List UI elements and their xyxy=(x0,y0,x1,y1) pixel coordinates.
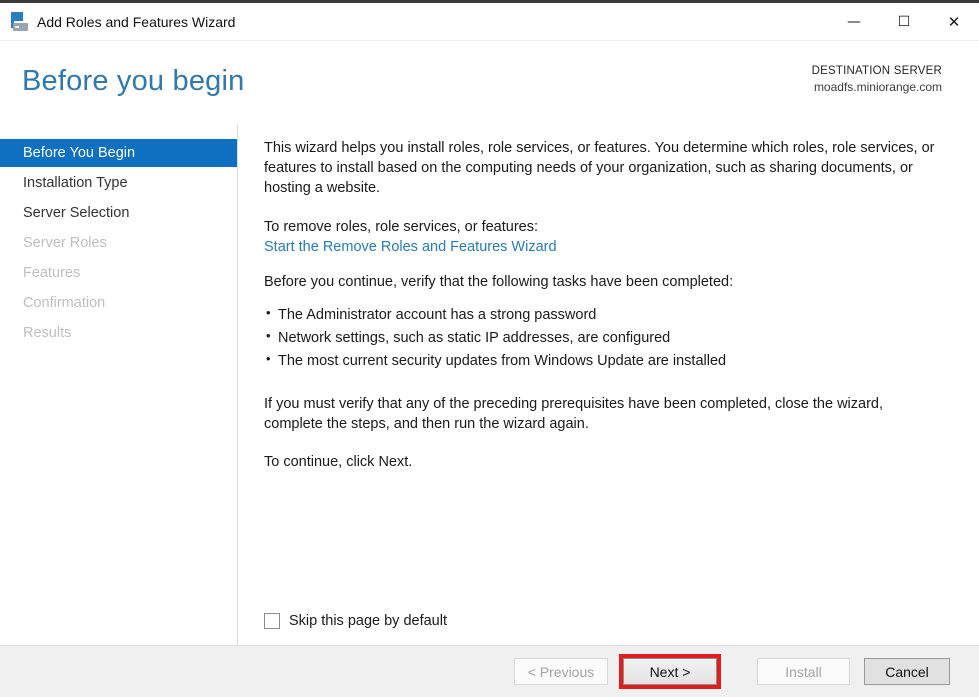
destination-server-label: DESTINATION SERVER xyxy=(811,65,942,77)
wizard-footer: < Previous Next > Install Cancel xyxy=(0,645,979,697)
intro-paragraph: This wizard helps you install roles, rol… xyxy=(264,140,935,196)
wizard-steps-sidebar: Before You Begin Installation Type Serve… xyxy=(0,125,237,645)
continue-hint: To continue, click Next. xyxy=(264,454,413,470)
sidebar-item-confirmation: Confirmation xyxy=(23,295,106,311)
skip-page-checkbox[interactable] xyxy=(264,613,280,629)
destination-server-block: DESTINATION SERVER moadfs.miniorange.com xyxy=(812,65,942,94)
maximize-icon[interactable]: ☐ xyxy=(879,3,929,40)
next-button-highlight: Next > xyxy=(619,654,721,689)
minimize-icon[interactable]: — xyxy=(829,3,879,40)
remove-label: To remove roles, role services, or featu… xyxy=(264,219,538,235)
prerequisite-list: The Administrator account has a strong p… xyxy=(264,303,945,374)
server-manager-icon xyxy=(8,11,30,33)
sidebar-item-before-you-begin[interactable]: Before You Begin xyxy=(0,139,237,167)
sidebar-item-server-roles: Server Roles xyxy=(23,235,107,251)
wizard-header: Before you begin DESTINATION SERVER moad… xyxy=(0,41,979,125)
skip-page-label: Skip this page by default xyxy=(289,613,447,629)
sidebar-item-server-selection[interactable]: Server Selection xyxy=(0,199,237,227)
list-item: The Administrator account has a strong p… xyxy=(264,303,945,325)
list-item: Network settings, such as static IP addr… xyxy=(264,326,945,348)
wizard-body: Before You Begin Installation Type Serve… xyxy=(0,125,979,645)
window-title: Add Roles and Features Wizard xyxy=(37,13,236,30)
titlebar: Add Roles and Features Wizard — ☐ ✕ xyxy=(0,3,979,41)
note-paragraph: If you must verify that any of the prece… xyxy=(264,396,884,432)
cancel-button[interactable]: Cancel xyxy=(864,658,950,685)
wizard-window: Add Roles and Features Wizard — ☐ ✕ Befo… xyxy=(0,0,979,697)
close-icon[interactable]: ✕ xyxy=(929,3,979,40)
verify-label: Before you continue, verify that the fol… xyxy=(264,274,734,290)
previous-button: < Previous xyxy=(514,658,608,685)
install-button: Install xyxy=(757,658,850,685)
sidebar-item-results: Results xyxy=(23,325,72,341)
list-item: The most current security updates from W… xyxy=(264,349,945,371)
remove-roles-link[interactable]: Start the Remove Roles and Features Wiza… xyxy=(264,237,945,257)
window-controls: — ☐ ✕ xyxy=(829,3,979,40)
skip-page-row: Skip this page by default xyxy=(264,611,945,631)
next-button[interactable]: Next > xyxy=(623,658,717,685)
sidebar-item-installation-type[interactable]: Installation Type xyxy=(0,169,237,197)
destination-server-name: moadfs.miniorange.com xyxy=(813,80,942,94)
page-title: Before you begin xyxy=(22,65,245,97)
wizard-content: This wizard helps you install roles, rol… xyxy=(238,125,979,645)
sidebar-item-features: Features xyxy=(23,265,81,281)
